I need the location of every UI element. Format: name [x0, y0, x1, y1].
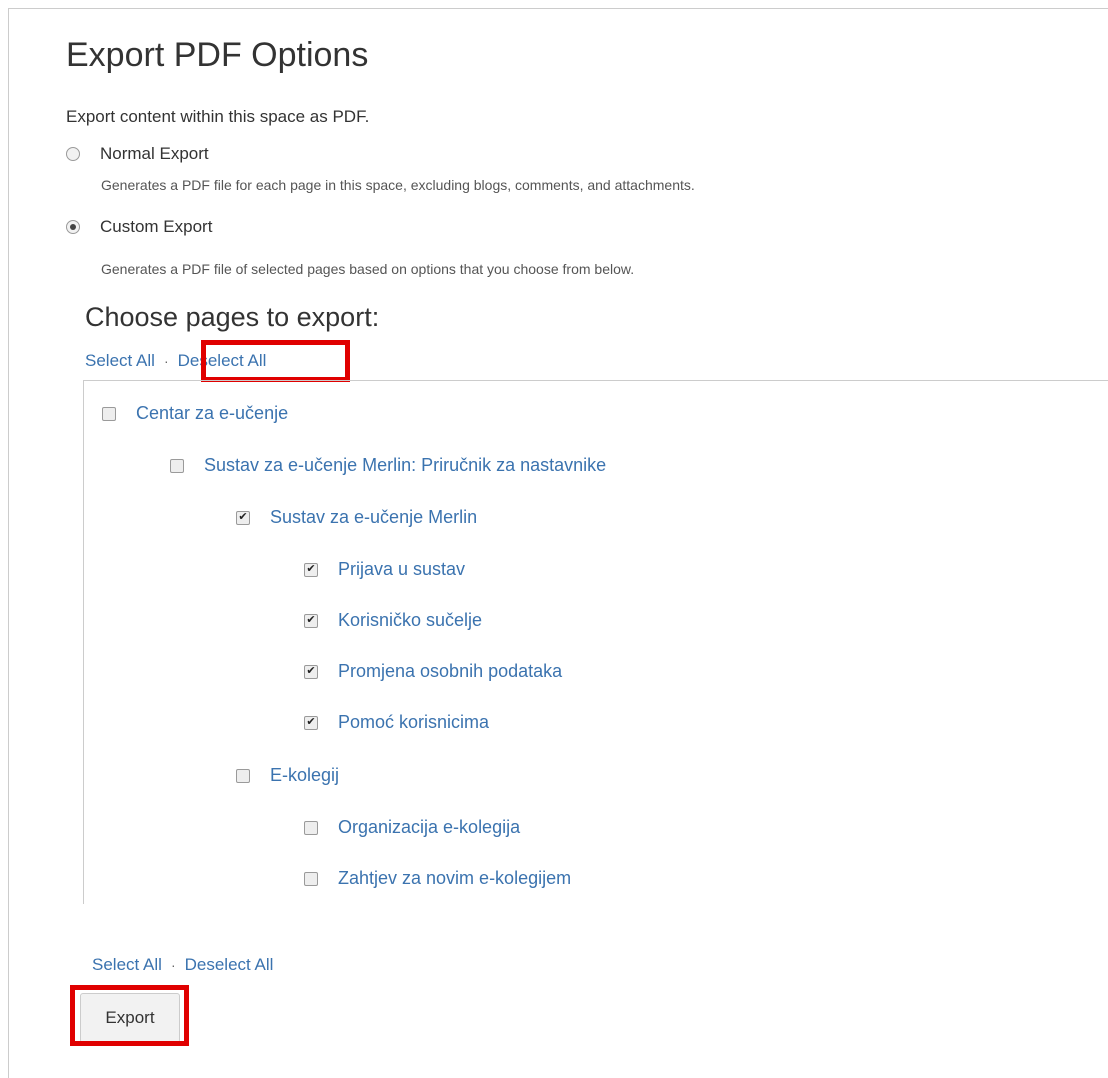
tree-item-label[interactable]: Korisničko sučelje	[338, 610, 482, 631]
link-separator: ·	[170, 957, 176, 973]
highlight-box-deselect	[201, 340, 350, 382]
tree-checkbox[interactable]	[304, 613, 318, 628]
normal-export-label: Normal Export	[100, 144, 209, 163]
tree-item-label[interactable]: Sustav za e-učenje Merlin: Priručnik za …	[204, 455, 606, 476]
tree-item[interactable]: Korisničko sučelje	[304, 610, 482, 631]
custom-export-radio[interactable]	[66, 220, 80, 234]
tree-item[interactable]: Promjena osobnih podataka	[304, 661, 562, 682]
tree-item-label[interactable]: Centar za e-učenje	[136, 403, 288, 424]
page-tree: Centar za e-učenje Sustav za e-učenje Me…	[83, 380, 1108, 904]
custom-export-option[interactable]: Custom Export	[66, 217, 212, 237]
tree-checkbox[interactable]	[170, 458, 184, 473]
normal-export-description: Generates a PDF file for each page in th…	[101, 177, 695, 193]
tree-item-label[interactable]: Prijava u sustav	[338, 559, 465, 580]
tree-item-label[interactable]: Organizacija e-kolegija	[338, 817, 520, 838]
tree-item[interactable]: Sustav za e-učenje Merlin: Priručnik za …	[170, 455, 606, 476]
bottom-selection-links: Select All · Deselect All	[92, 955, 273, 975]
tree-item[interactable]: Prijava u sustav	[304, 559, 465, 580]
tree-checkbox[interactable]	[236, 510, 250, 525]
tree-checkbox[interactable]	[304, 871, 318, 886]
tree-item[interactable]: E-kolegij	[236, 765, 339, 786]
custom-export-description: Generates a PDF file of selected pages b…	[101, 261, 635, 277]
tree-item[interactable]: Zahtjev za novim e-kolegijem	[304, 868, 571, 889]
tree-item-label[interactable]: E-kolegij	[270, 765, 339, 786]
tree-item-label[interactable]: Sustav za e-učenje Merlin	[270, 507, 477, 528]
tree-item[interactable]: Centar za e-učenje	[102, 403, 288, 424]
tree-item-label[interactable]: Promjena osobnih podataka	[338, 661, 562, 682]
normal-export-radio[interactable]	[66, 147, 80, 161]
tree-checkbox[interactable]	[236, 768, 250, 783]
link-separator: ·	[163, 353, 169, 369]
choose-pages-heading: Choose pages to export:	[85, 302, 380, 332]
tree-checkbox[interactable]	[304, 820, 318, 835]
page-title: Export PDF Options	[66, 36, 369, 74]
select-all-link-bottom[interactable]: Select All	[92, 955, 162, 975]
tree-item-label[interactable]: Pomoć korisnicima	[338, 712, 489, 733]
tree-item-label[interactable]: Zahtjev za novim e-kolegijem	[338, 868, 571, 889]
custom-export-label: Custom Export	[100, 217, 213, 236]
highlight-box-export	[70, 985, 189, 1046]
tree-checkbox[interactable]	[102, 406, 116, 421]
normal-export-option[interactable]: Normal Export	[66, 144, 209, 164]
select-all-link-top[interactable]: Select All	[85, 351, 155, 371]
tree-checkbox[interactable]	[304, 664, 318, 679]
tree-item[interactable]: Sustav za e-učenje Merlin	[236, 507, 477, 528]
intro-text: Export content within this space as PDF.	[66, 107, 370, 126]
tree-item[interactable]: Organizacija e-kolegija	[304, 817, 520, 838]
deselect-all-link-bottom[interactable]: Deselect All	[185, 955, 274, 975]
tree-checkbox[interactable]	[304, 562, 318, 577]
tree-checkbox[interactable]	[304, 715, 318, 730]
tree-item[interactable]: Pomoć korisnicima	[304, 712, 489, 733]
